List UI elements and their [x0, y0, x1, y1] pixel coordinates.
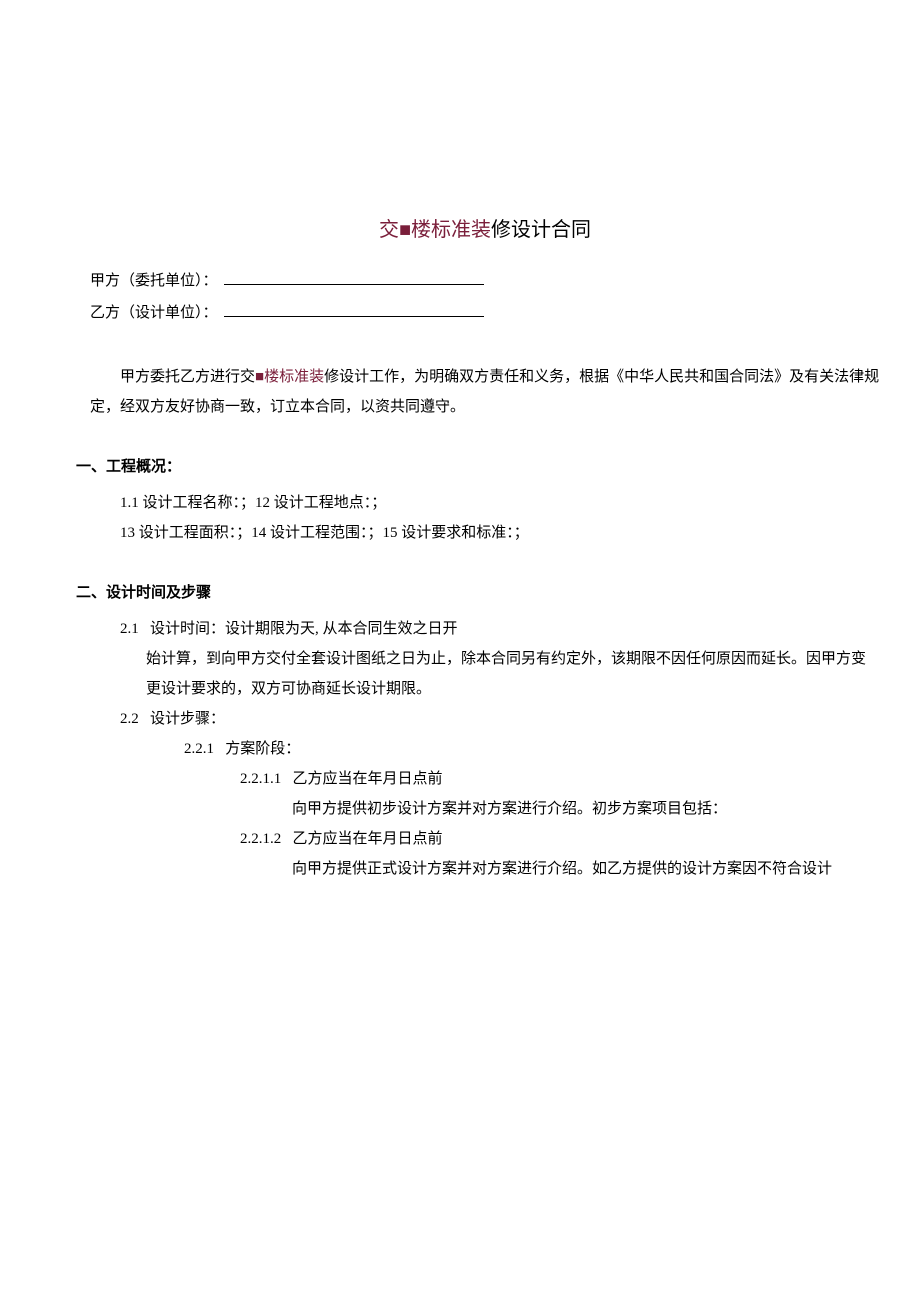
- item-2-2-1: 2.2.1 方案阶段：: [90, 734, 880, 764]
- item-2-2-1-1: 2.2.1.1 乙方应当在年月日点前: [90, 764, 880, 794]
- intro-paragraph: 甲方委托乙方进行交■楼标准装修设计工作，为明确双方责任和义务，根据《中华人民共和…: [90, 362, 880, 422]
- item-2-2-1-label: 2.2.1: [184, 734, 214, 764]
- document-title: 交■楼标准装修设计合同: [90, 210, 880, 250]
- item-2-2-1-2-cont: 向甲方提供正式设计方案并对方案进行介绍。如乙方提供的设计方案因不符合设计: [90, 854, 880, 884]
- section-1-line-2: 13 设计工程面积：；14 设计工程范围：；15 设计要求和标准：；: [90, 518, 880, 548]
- intro-mid: 楼标准装: [264, 369, 324, 385]
- section-1-line-1: 1.1 设计工程名称：；12 设计工程地点：；: [90, 488, 880, 518]
- item-2-1: 2.1 设计时间：设计期限为天, 从本合同生效之日开: [90, 614, 880, 644]
- item-2-2-1-1-cont: 向甲方提供初步设计方案并对方案进行介绍。初步方案项目包括：: [90, 794, 880, 824]
- item-2-1-text-1: 设计时间：设计期限为天, 从本合同生效之日开: [150, 621, 458, 637]
- item-2-2-1-1-text-1: 乙方应当在年月日点前: [293, 771, 443, 787]
- party-a-line: 甲方（委托单位）：: [90, 266, 880, 296]
- title-part3: 修设计合同: [491, 219, 591, 241]
- item-2-2-label: 2.2: [120, 704, 139, 734]
- item-2-2-1-2: 2.2.1.2 乙方应当在年月日点前: [90, 824, 880, 854]
- item-2-2-text: 设计步骤：: [150, 711, 225, 727]
- title-part1: 交: [379, 219, 399, 241]
- title-redact: ■: [399, 219, 411, 241]
- section-2-heading: 二、设计时间及步骤: [76, 578, 880, 608]
- section-1-heading: 一、工程概况：: [76, 452, 880, 482]
- item-2-1-cont: 始计算，到向甲方交付全套设计图纸之日为止，除本合同另有约定外，该期限不因任何原因…: [90, 644, 880, 704]
- party-b-label: 乙方（设计单位）：: [90, 298, 218, 328]
- party-b-line: 乙方（设计单位）：: [90, 298, 880, 328]
- item-2-2: 2.2 设计步骤：: [90, 704, 880, 734]
- item-2-1-label: 2.1: [120, 614, 139, 644]
- intro-redact: ■: [255, 369, 264, 385]
- item-2-2-1-2-text-1: 乙方应当在年月日点前: [293, 831, 443, 847]
- party-a-label: 甲方（委托单位）：: [90, 266, 218, 296]
- item-2-2-1-2-label: 2.2.1.2: [240, 824, 281, 854]
- title-part2: 楼标准装: [411, 219, 491, 241]
- document-page: 交■楼标准装修设计合同 甲方（委托单位）： 乙方（设计单位）： 甲方委托乙方进行…: [0, 0, 920, 1301]
- party-a-blank: [224, 268, 484, 286]
- intro-pre: 甲方委托乙方进行交: [120, 369, 255, 385]
- party-b-blank: [224, 300, 484, 318]
- item-2-2-1-1-label: 2.2.1.1: [240, 764, 281, 794]
- item-2-2-1-text: 方案阶段：: [225, 741, 300, 757]
